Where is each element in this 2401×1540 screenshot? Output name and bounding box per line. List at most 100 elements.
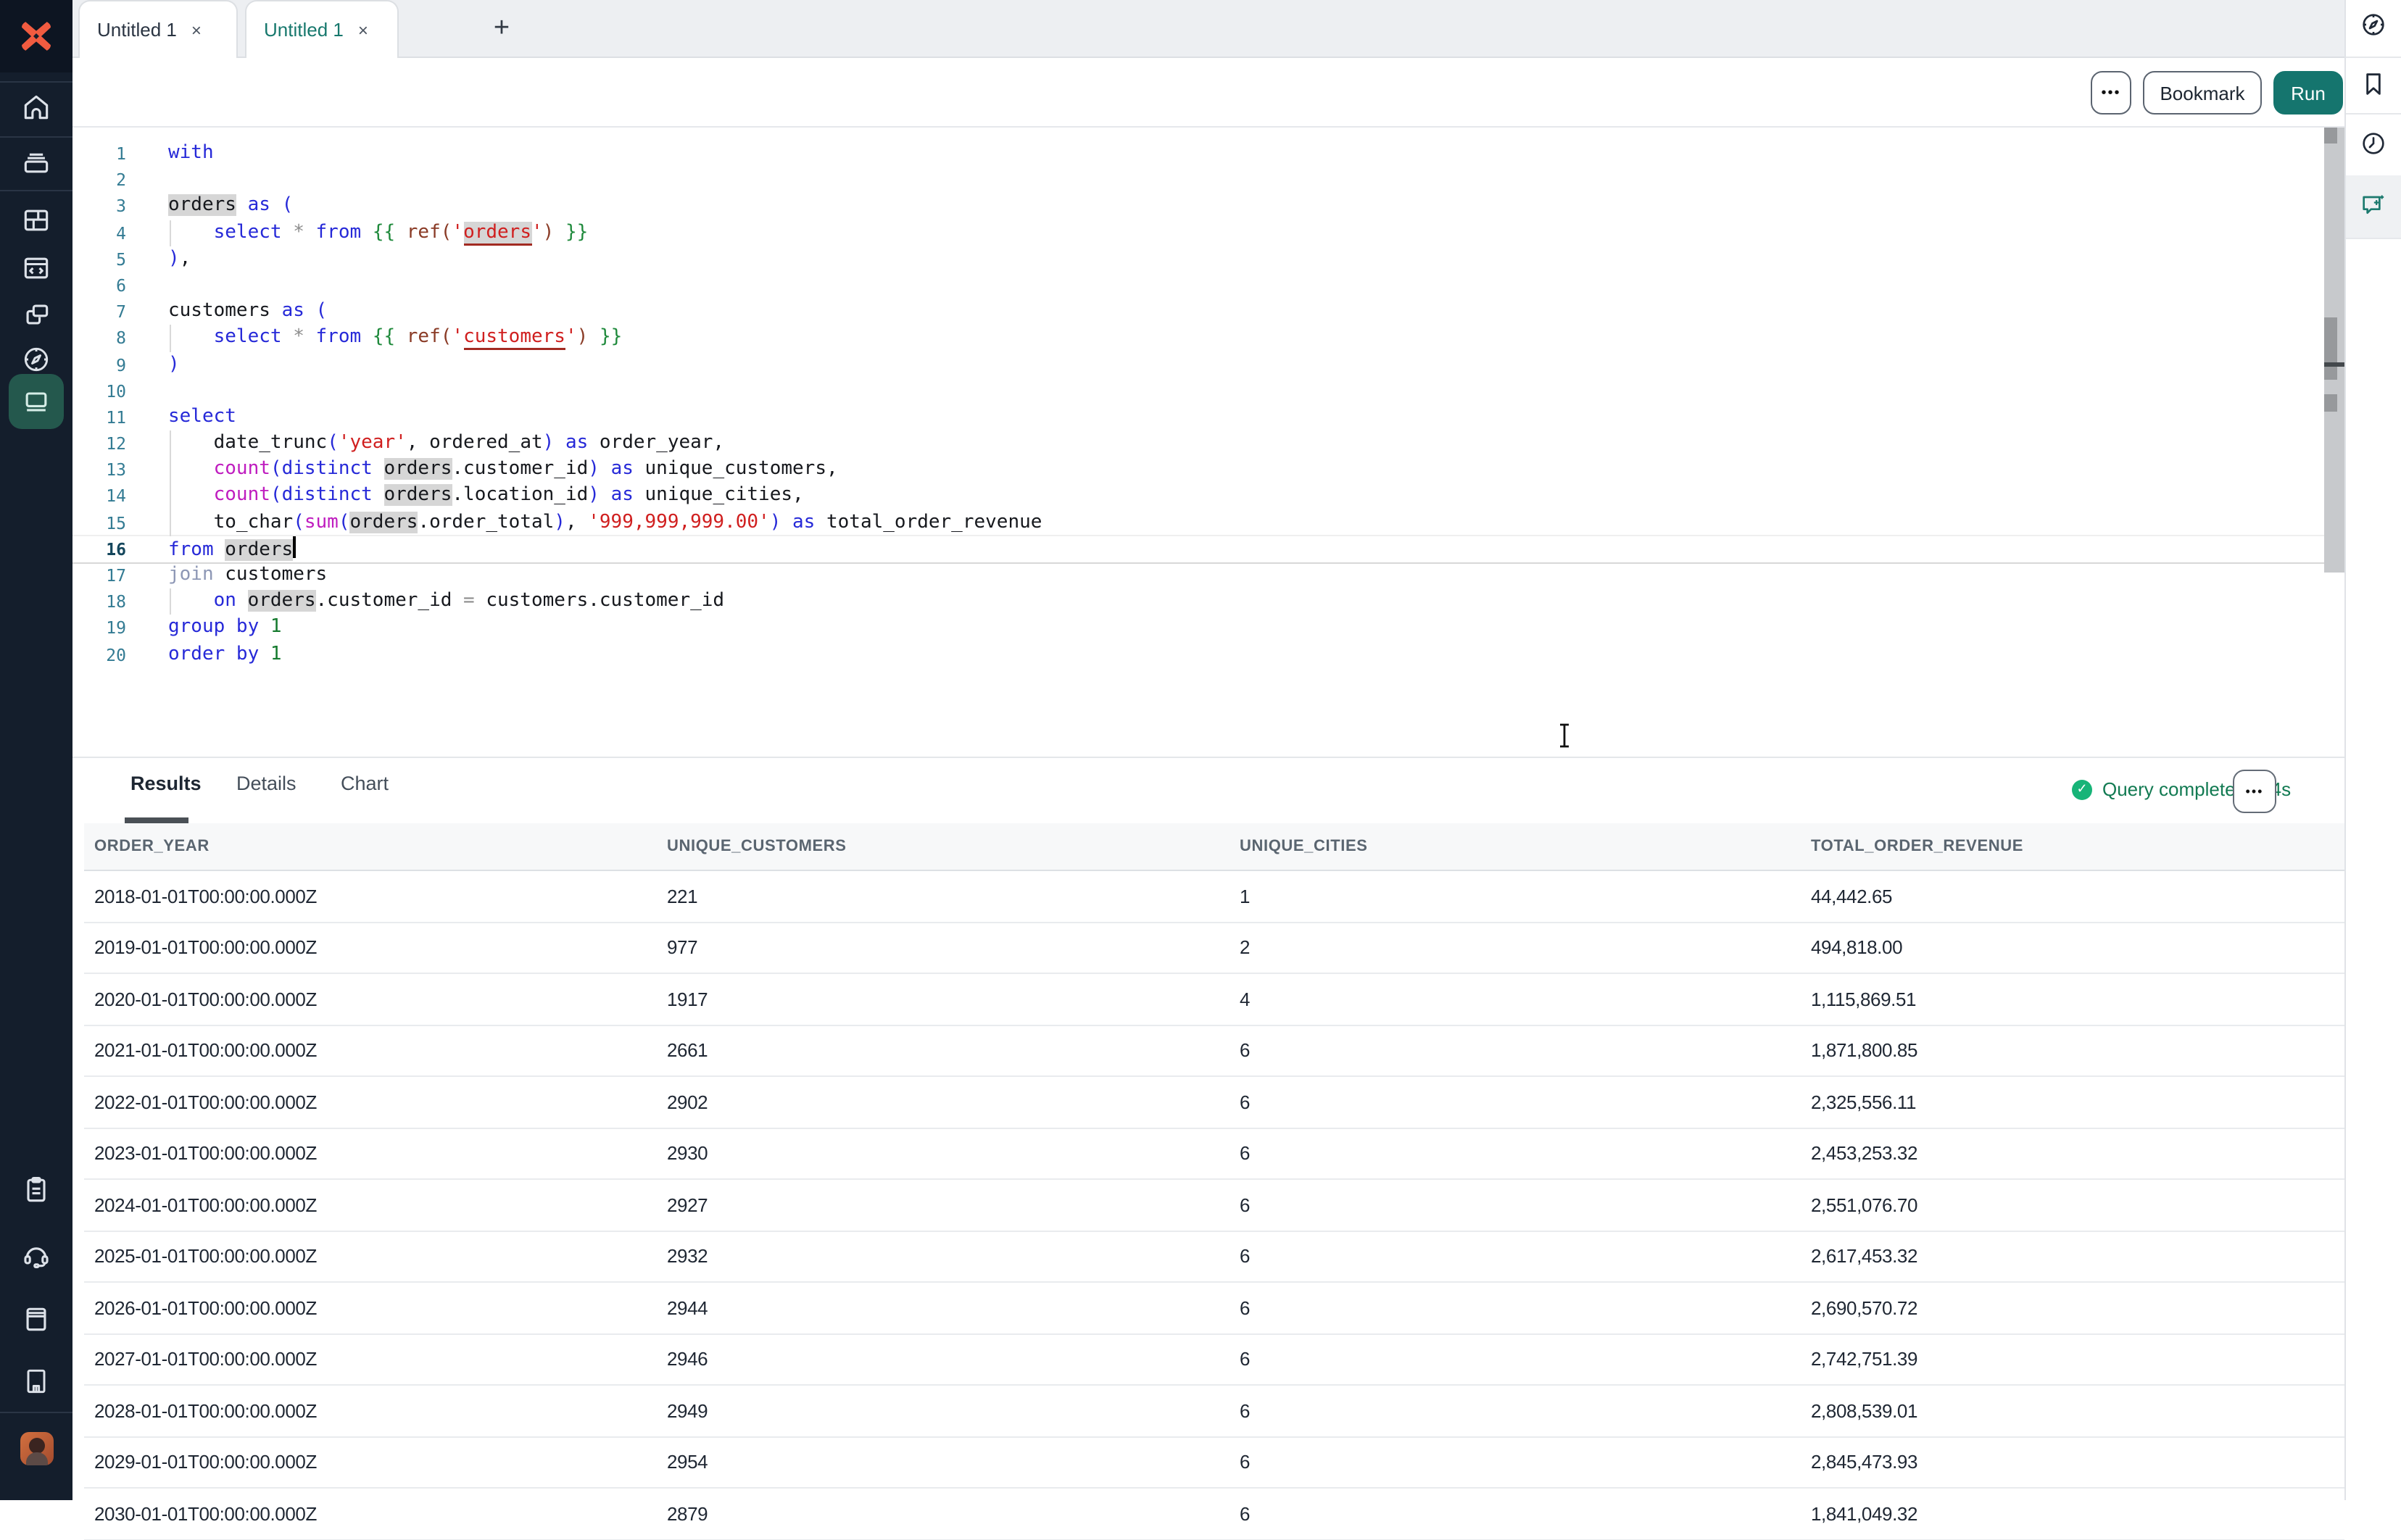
divider: [2346, 57, 2401, 58]
org-building-icon[interactable]: [20, 1365, 52, 1397]
code-text: with: [168, 141, 214, 167]
code-line[interactable]: 17join customers: [72, 562, 2324, 588]
code-text: select * from {{ ref('orders') }}: [168, 220, 588, 246]
code-line[interactable]: 13 count(distinct orders.customer_id) as…: [72, 457, 2324, 483]
run-button[interactable]: Run: [2273, 71, 2343, 115]
sql-editor[interactable]: 1with23orders as (4 select * from {{ ref…: [72, 128, 2324, 757]
table-cell: 44,442.65: [1801, 886, 2337, 907]
table-body: 2018-01-01T00:00:00.000Z221144,442.65201…: [84, 871, 2344, 1540]
table-row[interactable]: 2027-01-01T00:00:00.000Z294662,742,751.3…: [84, 1334, 2344, 1386]
table-cell: 2927: [657, 1194, 1229, 1216]
table-cell: 4: [1229, 988, 1801, 1010]
user-avatar[interactable]: [20, 1432, 54, 1465]
table-cell: 6: [1229, 1194, 1801, 1216]
tab-label: Untitled 1: [264, 19, 344, 41]
code-line[interactable]: 3orders as (: [72, 193, 2324, 220]
table-row[interactable]: 2023-01-01T00:00:00.000Z293062,453,253.3…: [84, 1128, 2344, 1180]
new-tab-button[interactable]: +: [484, 12, 519, 46]
table-cell: 2,808,539.01: [1801, 1400, 2337, 1422]
code-text: group by 1: [168, 615, 282, 641]
code-line[interactable]: 4 select * from {{ ref('orders') }}: [72, 220, 2324, 246]
bookmark-icon[interactable]: [2359, 70, 2388, 99]
code-line[interactable]: 8 select * from {{ ref('customers') }}: [72, 325, 2324, 351]
code-line[interactable]: 10: [72, 378, 2324, 404]
bookmark-button[interactable]: Bookmark: [2143, 71, 2262, 115]
tab-chart[interactable]: Chart: [341, 773, 389, 794]
table-cell: 1,115,869.51: [1801, 988, 2337, 1010]
home-icon[interactable]: [20, 91, 52, 123]
table-cell: 2030-01-01T00:00:00.000Z: [84, 1503, 657, 1525]
code-line[interactable]: 15 to_char(sum(orders.order_total), '999…: [72, 509, 2324, 536]
code-text: select: [168, 404, 236, 430]
column-header[interactable]: UNIQUE_CITIES: [1229, 838, 1801, 855]
support-headset-icon[interactable]: [20, 1239, 52, 1271]
close-tab-icon[interactable]: ×: [191, 20, 202, 40]
code-line[interactable]: 7customers as (: [72, 299, 2324, 325]
code-line[interactable]: 9): [72, 351, 2324, 378]
projects-tray-icon[interactable]: [20, 146, 52, 178]
terminal-icon[interactable]: [20, 386, 52, 417]
table-row[interactable]: 2024-01-01T00:00:00.000Z292762,551,076.7…: [84, 1180, 2344, 1231]
tab-details[interactable]: Details: [236, 773, 297, 794]
column-header[interactable]: ORDER_YEAR: [84, 838, 657, 855]
line-number: 5: [72, 246, 126, 272]
table-cell: 2029-01-01T00:00:00.000Z: [84, 1452, 657, 1473]
table-row[interactable]: 2020-01-01T00:00:00.000Z191741,115,869.5…: [84, 974, 2344, 1025]
code-line[interactable]: 6: [72, 272, 2324, 299]
table-cell: 1917: [657, 988, 1229, 1010]
editor-scrollbar[interactable]: [2324, 128, 2344, 573]
explore-compass-icon[interactable]: [2359, 10, 2388, 39]
table-row[interactable]: 2029-01-01T00:00:00.000Z295462,845,473.9…: [84, 1437, 2344, 1489]
code-line[interactable]: 18 on orders.customer_id = customers.cus…: [72, 588, 2324, 615]
hex-logo[interactable]: [0, 0, 72, 72]
tab-results[interactable]: Results: [130, 773, 202, 794]
table-row[interactable]: 2028-01-01T00:00:00.000Z294962,808,539.0…: [84, 1386, 2344, 1437]
table-cell: 2,453,253.32: [1801, 1143, 2337, 1165]
tab-untitled-1[interactable]: Untitled 1 ×: [78, 0, 238, 58]
code-text: to_char(sum(orders.order_total), '999,99…: [168, 509, 1042, 536]
code-line[interactable]: 16from orders: [72, 536, 2324, 562]
code-line[interactable]: 19group by 1: [72, 615, 2324, 641]
column-header[interactable]: TOTAL_ORDER_REVENUE: [1801, 838, 2337, 855]
table-row[interactable]: 2022-01-01T00:00:00.000Z290262,325,556.1…: [84, 1077, 2344, 1128]
code-line[interactable]: 1with: [72, 141, 2324, 167]
table-row[interactable]: 2021-01-01T00:00:00.000Z266161,871,800.8…: [84, 1025, 2344, 1077]
table-row[interactable]: 2026-01-01T00:00:00.000Z294462,690,570.7…: [84, 1283, 2344, 1334]
line-number: 11: [72, 404, 126, 430]
close-tab-icon[interactable]: ×: [358, 20, 368, 40]
scroll-thumb[interactable]: [2324, 317, 2337, 380]
code-window-icon[interactable]: [20, 252, 52, 284]
code-line[interactable]: 5),: [72, 246, 2324, 272]
clipboard-icon[interactable]: [20, 1174, 52, 1206]
table-cell: 6: [1229, 1452, 1801, 1473]
table-cell: 2932: [657, 1246, 1229, 1268]
table-row[interactable]: 2019-01-01T00:00:00.000Z9772494,818.00: [84, 923, 2344, 974]
code-line[interactable]: 14 count(distinct orders.location_id) as…: [72, 483, 2324, 509]
code-line[interactable]: 11 select: [72, 404, 2324, 430]
line-number: 18: [72, 588, 126, 615]
more-options-button[interactable]: •••: [2091, 71, 2131, 115]
code-line[interactable]: 20order by 1: [72, 641, 2324, 667]
windows-icon[interactable]: [20, 299, 52, 330]
tab-untitled-1-active[interactable]: Untitled 1 ×: [245, 0, 399, 58]
app-window: Untitled 1 × Untitled 1 × + ••• Bookmark…: [0, 0, 2401, 1500]
docs-book-icon[interactable]: [20, 1303, 52, 1335]
text-caret: [293, 536, 295, 558]
apps-grid-icon[interactable]: [20, 204, 52, 236]
line-number: 3: [72, 193, 126, 220]
code-line[interactable]: 12 date_trunc('year', ordered_at) as ord…: [72, 430, 2324, 457]
line-number: 16: [72, 536, 126, 562]
column-header[interactable]: UNIQUE_CUSTOMERS: [657, 838, 1229, 855]
table-row[interactable]: 2025-01-01T00:00:00.000Z293262,617,453.3…: [84, 1231, 2344, 1283]
table-row[interactable]: 2030-01-01T00:00:00.000Z287961,841,049.3…: [84, 1489, 2344, 1540]
code-text: on orders.customer_id = customers.custom…: [168, 588, 724, 615]
history-clock-icon[interactable]: [2359, 129, 2388, 158]
compass-icon[interactable]: [20, 344, 52, 375]
results-more-button[interactable]: •••: [2233, 770, 2276, 813]
table-cell: 2954: [657, 1452, 1229, 1473]
table-cell: 977: [657, 937, 1229, 959]
code-line[interactable]: 2: [72, 167, 2324, 193]
ai-chat-sparkle-icon[interactable]: [2359, 190, 2388, 219]
table-row[interactable]: 2018-01-01T00:00:00.000Z221144,442.65: [84, 871, 2344, 923]
table-cell: 2024-01-01T00:00:00.000Z: [84, 1194, 657, 1216]
